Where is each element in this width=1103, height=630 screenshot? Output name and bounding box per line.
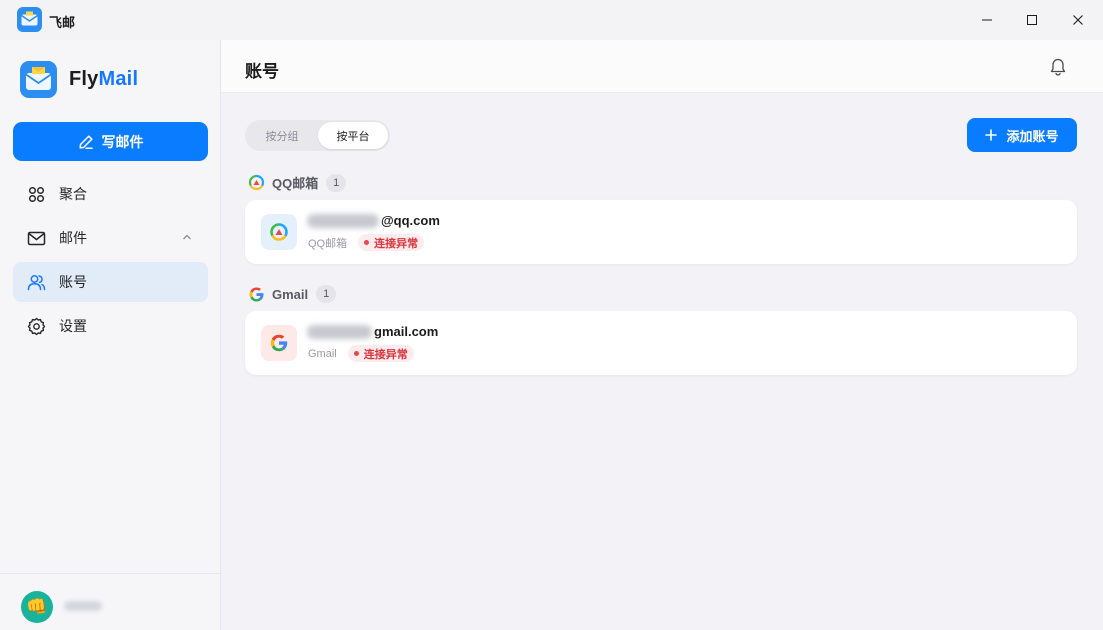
maximize-button[interactable] [1009,0,1055,40]
avatar-emoji: 👊 [26,597,48,616]
view-mode-toggle: 按分组 按平台 [245,120,390,151]
group-header-qq: QQ邮箱 1 [248,173,347,192]
group-count-badge: 1 [316,285,337,303]
main-content: 账号 按分组 按平台 添加账号 QQ邮箱 1 @qq.com QQ邮箱 连接异常… [221,40,1103,630]
account-card-gmail[interactable]: gmail.com Gmail 连接异常 [245,311,1077,375]
app-logo-icon [17,7,42,32]
group-name: QQ邮箱 [272,176,319,191]
group-name: Gmail [272,286,309,302]
mail-icon [27,231,46,245]
user-name-redacted [64,601,102,611]
compose-button[interactable]: 写邮件 [13,122,208,161]
sidebar-item-label: 设置 [59,318,87,334]
email-redacted [307,324,372,339]
status-badge: 连接异常 [358,234,425,251]
segment-by-group[interactable]: 按分组 [247,122,317,149]
segment-by-platform[interactable]: 按平台 [318,122,388,149]
group-count-badge: 1 [326,173,347,192]
email-domain: gmail.com [374,324,439,339]
qq-mail-icon [248,174,265,191]
bell-icon[interactable] [1048,57,1068,77]
add-account-button[interactable]: 添加账号 [967,118,1077,152]
sidebar-item-label: 邮件 [59,230,87,246]
mail-envelope-icon [20,61,57,98]
google-icon [270,334,288,352]
sidebar: FlyMail 写邮件 聚合 邮件 账号 设置 👊 [0,40,221,630]
brand-name-mail: Mail [98,68,139,90]
maximize-icon [1027,15,1037,25]
compose-label: 写邮件 [101,133,144,150]
title-bar: 飞邮 [0,0,1103,40]
grid-icon [28,186,45,202]
status-text: 连接异常 [374,237,419,250]
account-card-qq[interactable]: @qq.com QQ邮箱 连接异常 [245,200,1077,264]
provider-label: QQ邮箱 [308,237,348,250]
provider-label: Gmail [308,347,337,360]
sidebar-item-settings[interactable]: 设置 [13,306,208,346]
email-redacted [307,213,379,228]
status-badge: 连接异常 [347,345,414,362]
account-meta: QQ邮箱 连接异常 [308,234,425,251]
minimize-button[interactable] [964,0,1010,40]
sidebar-item-mail[interactable]: 邮件 [13,218,208,258]
avatar[interactable]: 👊 [21,591,53,623]
brand-name: FlyMail [69,68,138,91]
status-text: 连接异常 [363,348,408,361]
sidebar-item-aggregate[interactable]: 聚合 [13,174,208,214]
email-domain: @qq.com [381,213,440,228]
close-button[interactable] [1055,0,1101,40]
account-provider-icon [261,325,297,361]
close-icon [1073,15,1083,25]
sidebar-item-label: 聚合 [59,186,87,202]
main-header: 账号 [221,40,1103,93]
gear-icon [27,317,46,335]
page-title: 账号 [245,62,279,81]
users-icon [27,274,46,290]
sidebar-footer: 👊 [0,573,220,630]
group-header-gmail: Gmail 1 [248,285,337,303]
qq-mail-icon [270,223,288,241]
chevron-up-icon[interactable] [181,231,193,243]
sidebar-item-label: 账号 [59,274,87,290]
minimize-icon [982,19,992,21]
pen-icon [78,134,93,149]
account-email: @qq.com [307,213,440,228]
account-meta: Gmail 连接异常 [308,345,414,362]
sidebar-item-accounts[interactable]: 账号 [13,262,208,302]
brand: FlyMail [20,61,138,98]
window-title: 飞邮 [49,15,76,30]
account-provider-icon [261,214,297,250]
google-icon [249,287,264,301]
add-account-label: 添加账号 [1006,128,1059,144]
brand-name-fly: Fly [69,68,99,90]
status-dot-icon [353,351,359,356]
plus-icon [985,129,998,141]
status-dot-icon [364,240,370,245]
account-email: gmail.com [307,324,438,339]
